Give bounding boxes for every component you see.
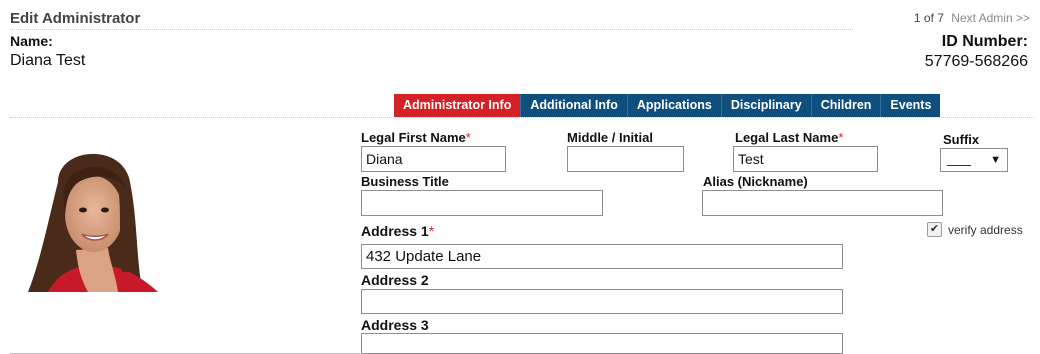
address2-input[interactable] (361, 289, 843, 314)
address2-label: Address 2 (361, 272, 429, 288)
last-name-input[interactable] (733, 146, 878, 172)
last-name-label: Legal Last Name* (735, 130, 843, 145)
first-name-label-text: Legal First Name (361, 130, 466, 145)
page-title: Edit Administrator (10, 10, 141, 27)
address1-input[interactable] (361, 244, 843, 269)
tabs-divider (10, 117, 1034, 118)
next-admin-link[interactable]: Next Admin >> (951, 11, 1030, 25)
verify-address: ✔ verify address (927, 222, 1023, 237)
verify-address-label: verify address (948, 222, 1023, 237)
business-title-label: Business Title (361, 174, 449, 189)
suffix-selected-value (947, 155, 971, 166)
tab-disciplinary[interactable]: Disciplinary (720, 94, 811, 117)
first-name-label: Legal First Name* (361, 130, 471, 145)
profile-photo (18, 142, 160, 294)
name-value: Diana Test (10, 52, 86, 69)
pager: 1 of 7 Next Admin >> (914, 11, 1030, 25)
required-mark: * (838, 130, 844, 145)
address3-label: Address 3 (361, 317, 429, 333)
chevron-down-icon: ▼ (990, 154, 1001, 166)
id-number-value: 57769-568266 (924, 53, 1028, 70)
avatar-icon (28, 153, 158, 292)
first-name-input[interactable] (361, 146, 506, 172)
tab-additional-info[interactable]: Additional Info (520, 94, 627, 117)
address1-label: Address 1* (361, 223, 434, 239)
suffix-label: Suffix (943, 132, 980, 147)
address3-input[interactable] (361, 333, 843, 354)
address1-label-text: Address 1 (361, 223, 429, 239)
id-number-label: ID Number: (941, 33, 1028, 50)
required-mark: * (428, 223, 435, 239)
pager-count: 1 of 7 (913, 11, 944, 25)
name-label: Name: (10, 33, 53, 49)
suffix-select[interactable]: ▼ (940, 148, 1008, 172)
tab-applications[interactable]: Applications (626, 94, 721, 117)
middle-initial-input[interactable] (567, 146, 684, 172)
tab-events[interactable]: Events (880, 94, 941, 117)
business-title-input[interactable] (361, 190, 603, 216)
tab-bar: Administrator Info Additional Info Appli… (394, 94, 941, 117)
last-name-label-text: Legal Last Name (735, 130, 839, 145)
alias-input[interactable] (702, 190, 943, 216)
required-mark: * (465, 130, 471, 145)
alias-label: Alias (Nickname) (703, 174, 808, 189)
tab-administrator-info[interactable]: Administrator Info (394, 94, 521, 117)
middle-initial-label: Middle / Initial (567, 130, 653, 145)
tab-children[interactable]: Children (810, 94, 881, 117)
verify-address-checkbox[interactable]: ✔ (927, 222, 942, 237)
header-divider (10, 29, 853, 30)
